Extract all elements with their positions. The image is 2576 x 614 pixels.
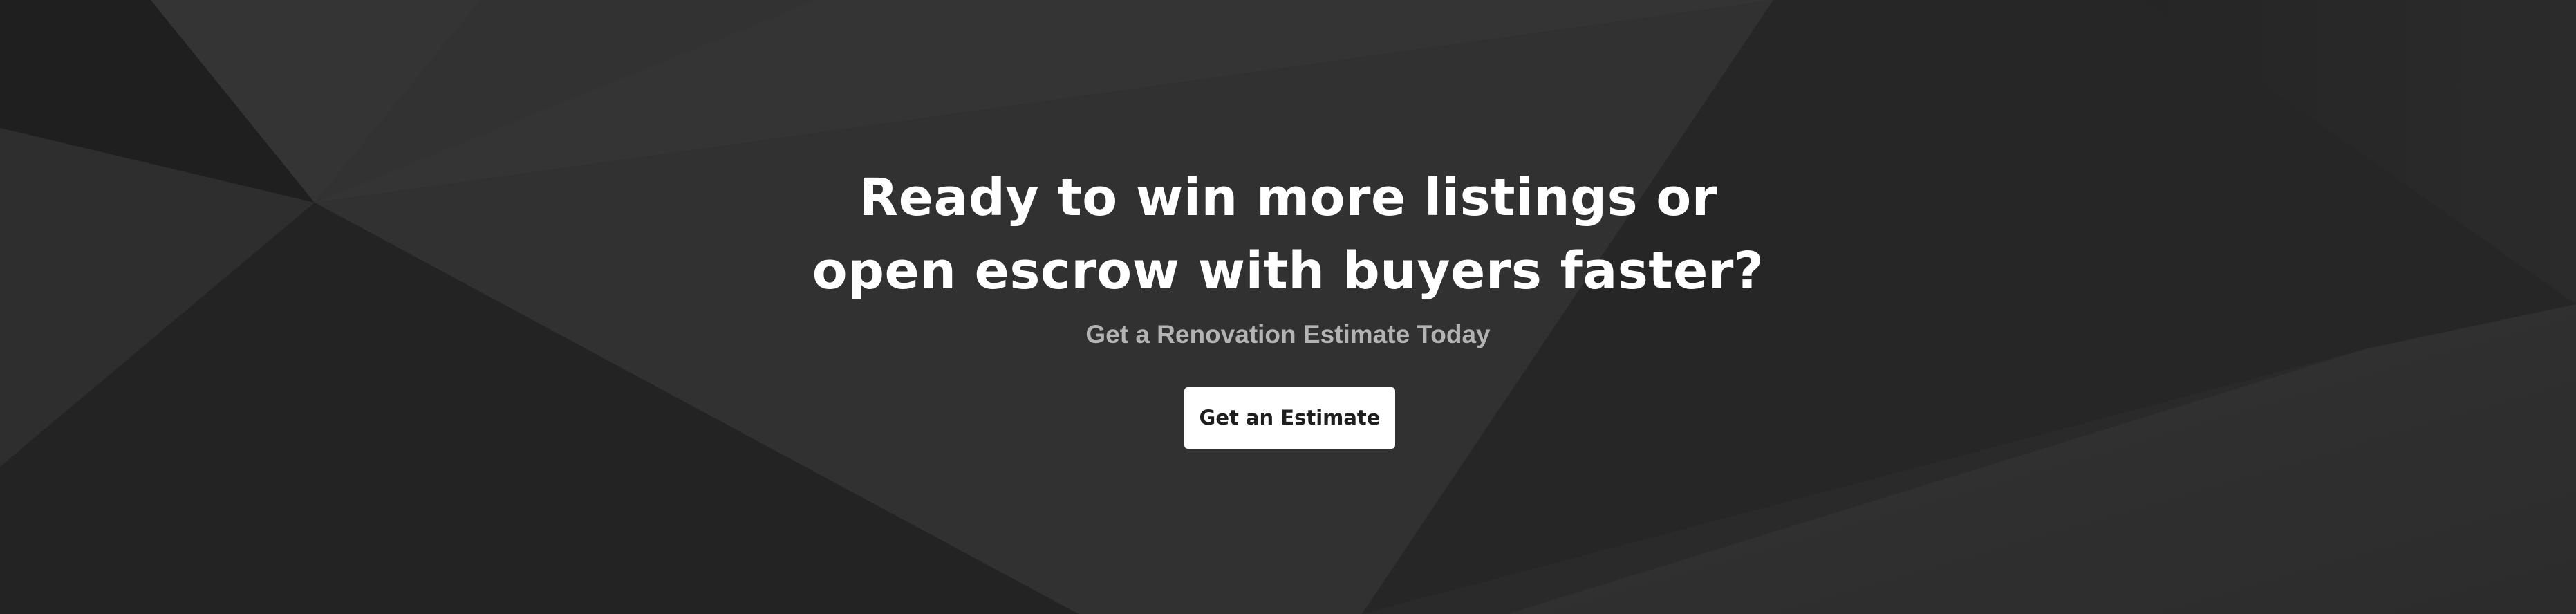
subheading: Get a Renovation Estimate Today xyxy=(1085,320,1491,348)
headline-line-2: open escrow with buyers faster? xyxy=(812,241,1764,301)
headline-line-1: Ready to win more listings or xyxy=(859,168,1717,227)
get-estimate-button[interactable]: Get an Estimate xyxy=(1184,387,1395,449)
cta-hero-section: Ready to win more listings or open escro… xyxy=(0,0,2576,614)
cta-content: Ready to win more listings or open escro… xyxy=(0,0,2576,614)
